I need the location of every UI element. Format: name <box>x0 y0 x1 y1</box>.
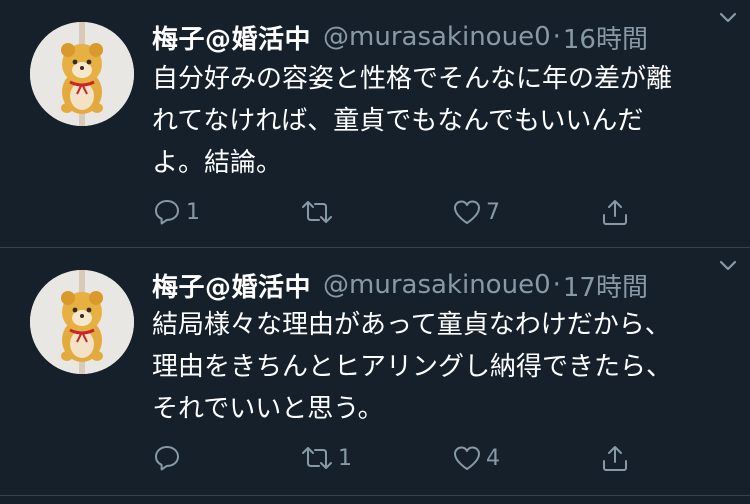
chevron-down-icon[interactable] <box>714 252 742 280</box>
tweet-actions: 1 4 <box>150 440 750 476</box>
like-count: 7 <box>486 199 500 225</box>
like-button[interactable]: 4 <box>452 440 500 476</box>
like-button[interactable]: 7 <box>452 194 500 230</box>
retweet-button[interactable] <box>300 194 338 230</box>
chevron-down-icon[interactable] <box>714 4 742 32</box>
display-name[interactable]: 梅子@婚活中 <box>152 19 311 56</box>
tweet[interactable]: 梅子@婚活中 @murasakinoue0 · 16時間 自分好みの容姿と性格で… <box>0 0 750 248</box>
separator-dot: · <box>552 270 561 300</box>
tweet-header: 梅子@婚活中 @murasakinoue0 · 17時間 <box>152 267 730 304</box>
tweet-feed: 梅子@婚活中 @murasakinoue0 · 16時間 自分好みの容姿と性格で… <box>0 0 750 504</box>
tweet-actions: 1 7 <box>150 194 750 230</box>
timestamp[interactable]: 17時間 <box>563 267 648 304</box>
share-icon <box>603 200 627 225</box>
separator-dot: · <box>552 22 561 52</box>
username[interactable]: @murasakinoue0 <box>323 22 551 52</box>
avatar[interactable] <box>30 270 134 374</box>
display-name[interactable]: 梅子@婚活中 <box>152 267 311 304</box>
share-icon <box>603 446 627 471</box>
bear-avatar-icon <box>30 270 134 374</box>
reply-icon <box>155 200 179 225</box>
username[interactable]: @murasakinoue0 <box>323 270 551 300</box>
like-count: 4 <box>486 445 500 471</box>
share-button[interactable] <box>600 194 630 230</box>
bear-avatar-icon <box>30 22 134 126</box>
heart-icon <box>454 200 480 224</box>
reply-count: 1 <box>186 199 200 225</box>
avatar[interactable] <box>30 22 134 126</box>
retweet-button[interactable]: 1 <box>300 440 352 476</box>
reply-button[interactable]: 1 <box>152 194 200 230</box>
retweet-icon <box>302 447 332 469</box>
tweet-text: 自分好みの容姿と性格でそんなに年の差が離 れてなければ、童貞でもなんでもいいんだ… <box>152 64 673 178</box>
retweet-icon <box>302 201 332 223</box>
share-button[interactable] <box>600 440 630 476</box>
retweet-count: 1 <box>338 445 352 471</box>
timestamp[interactable]: 16時間 <box>563 19 648 56</box>
heart-icon <box>454 446 480 470</box>
reply-icon <box>155 446 179 471</box>
tweet[interactable]: 梅子@婚活中 @murasakinoue0 · 17時間 結局様々な理由があって… <box>0 248 750 496</box>
tweet-header: 梅子@婚活中 @murasakinoue0 · 16時間 <box>152 19 730 56</box>
tweet-text: 結局様々な理由があって童貞なわけだから、 理由をきちんとヒアリングし納得できたら… <box>152 310 673 424</box>
reply-button[interactable] <box>152 440 186 476</box>
